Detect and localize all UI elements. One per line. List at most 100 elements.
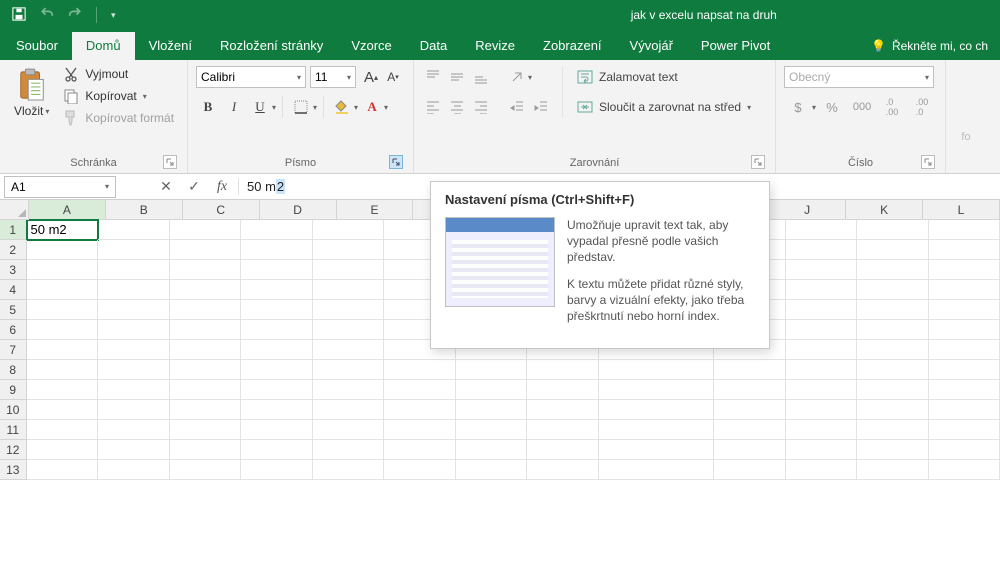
select-all-corner[interactable] [0, 200, 29, 220]
row-header[interactable]: 9 [0, 380, 27, 400]
cell[interactable] [786, 400, 858, 420]
row-header[interactable]: 8 [0, 360, 27, 380]
cell[interactable] [241, 420, 313, 440]
cell[interactable] [929, 420, 1000, 440]
cell[interactable] [714, 360, 786, 380]
clipboard-launcher-icon[interactable] [163, 155, 177, 169]
chevron-down-icon[interactable]: ▾ [313, 103, 317, 112]
chevron-down-icon[interactable]: ▾ [272, 103, 276, 112]
cell[interactable] [714, 400, 786, 420]
cell[interactable] [786, 260, 858, 280]
cell[interactable] [241, 260, 313, 280]
cell[interactable] [170, 320, 242, 340]
tab-developer[interactable]: Vývojář [616, 32, 687, 60]
cell[interactable] [599, 460, 715, 480]
font-name-combo[interactable]: Calibri▾ [196, 66, 306, 88]
increase-indent-button[interactable] [530, 96, 552, 118]
cell[interactable] [456, 440, 528, 460]
row-header[interactable]: 4 [0, 280, 27, 300]
cell[interactable] [857, 400, 929, 420]
row-header[interactable]: 3 [0, 260, 27, 280]
cell[interactable] [599, 400, 715, 420]
cell[interactable] [786, 420, 858, 440]
cell[interactable] [527, 380, 599, 400]
chevron-down-icon[interactable]: ▾ [354, 103, 358, 112]
shrink-font-button[interactable]: A▾ [382, 66, 404, 88]
cell[interactable] [527, 460, 599, 480]
cell[interactable] [313, 300, 385, 320]
column-header[interactable]: E [337, 200, 414, 220]
row-header[interactable]: 2 [0, 240, 27, 260]
cell[interactable] [313, 400, 385, 420]
cell[interactable] [27, 460, 99, 480]
chevron-down-icon[interactable]: ▾ [528, 73, 532, 82]
tab-data[interactable]: Data [406, 32, 461, 60]
cell[interactable] [170, 220, 242, 240]
cell[interactable] [929, 300, 1000, 320]
cell[interactable] [170, 280, 242, 300]
cell[interactable] [456, 400, 528, 420]
align-middle-button[interactable] [446, 66, 468, 88]
cell[interactable] [599, 420, 715, 440]
cell[interactable] [929, 460, 1000, 480]
copy-button[interactable]: Kopírovat▾ [63, 88, 174, 104]
row-header[interactable]: 12 [0, 440, 27, 460]
accounting-format-button[interactable]: $ [784, 96, 812, 118]
chevron-down-icon[interactable]: ▾ [384, 103, 388, 112]
cell[interactable] [98, 320, 170, 340]
cell[interactable] [786, 320, 858, 340]
cell[interactable] [456, 420, 528, 440]
font-size-combo[interactable]: 11▾ [310, 66, 356, 88]
confirm-formula-button[interactable]: ✓ [184, 178, 204, 195]
italic-button[interactable]: I [222, 96, 246, 118]
cell[interactable] [241, 240, 313, 260]
cell[interactable] [929, 280, 1000, 300]
cell[interactable] [929, 360, 1000, 380]
column-header[interactable]: D [260, 200, 337, 220]
cell[interactable] [786, 380, 858, 400]
row-header[interactable]: 13 [0, 460, 27, 480]
cell[interactable] [857, 260, 929, 280]
cell[interactable] [599, 360, 715, 380]
cell[interactable] [929, 260, 1000, 280]
fill-color-button[interactable] [330, 96, 354, 118]
cell[interactable] [27, 380, 99, 400]
cell[interactable] [98, 260, 170, 280]
cell[interactable] [714, 440, 786, 460]
tab-insert[interactable]: Vložení [135, 32, 206, 60]
cell[interactable] [313, 320, 385, 340]
increase-decimal-button[interactable]: .0.00 [878, 96, 906, 118]
cell[interactable] [786, 240, 858, 260]
tab-powerpivot[interactable]: Power Pivot [687, 32, 784, 60]
decrease-indent-button[interactable] [506, 96, 528, 118]
cell[interactable] [929, 400, 1000, 420]
cell[interactable] [857, 300, 929, 320]
cell[interactable] [241, 280, 313, 300]
cell[interactable] [384, 380, 456, 400]
cell[interactable] [929, 440, 1000, 460]
cell[interactable] [313, 280, 385, 300]
cell[interactable] [27, 280, 99, 300]
cell[interactable] [241, 440, 313, 460]
cut-button[interactable]: Vyjmout [63, 66, 174, 82]
cell[interactable] [98, 340, 170, 360]
cell[interactable] [98, 400, 170, 420]
tab-review[interactable]: Revize [461, 32, 529, 60]
cell[interactable] [857, 340, 929, 360]
number-launcher-icon[interactable] [921, 155, 935, 169]
cell[interactable] [599, 440, 715, 460]
cell[interactable] [98, 220, 170, 240]
cell[interactable] [456, 460, 528, 480]
cell[interactable] [313, 440, 385, 460]
cell[interactable] [241, 460, 313, 480]
cell[interactable] [241, 320, 313, 340]
cell[interactable] [98, 440, 170, 460]
cell[interactable] [384, 360, 456, 380]
decrease-decimal-button[interactable]: .00.0 [908, 96, 936, 118]
cell[interactable] [929, 220, 1000, 240]
cell[interactable] [27, 320, 99, 340]
cell[interactable] [929, 240, 1000, 260]
cell[interactable] [786, 440, 858, 460]
cell[interactable] [170, 300, 242, 320]
cell[interactable] [313, 260, 385, 280]
